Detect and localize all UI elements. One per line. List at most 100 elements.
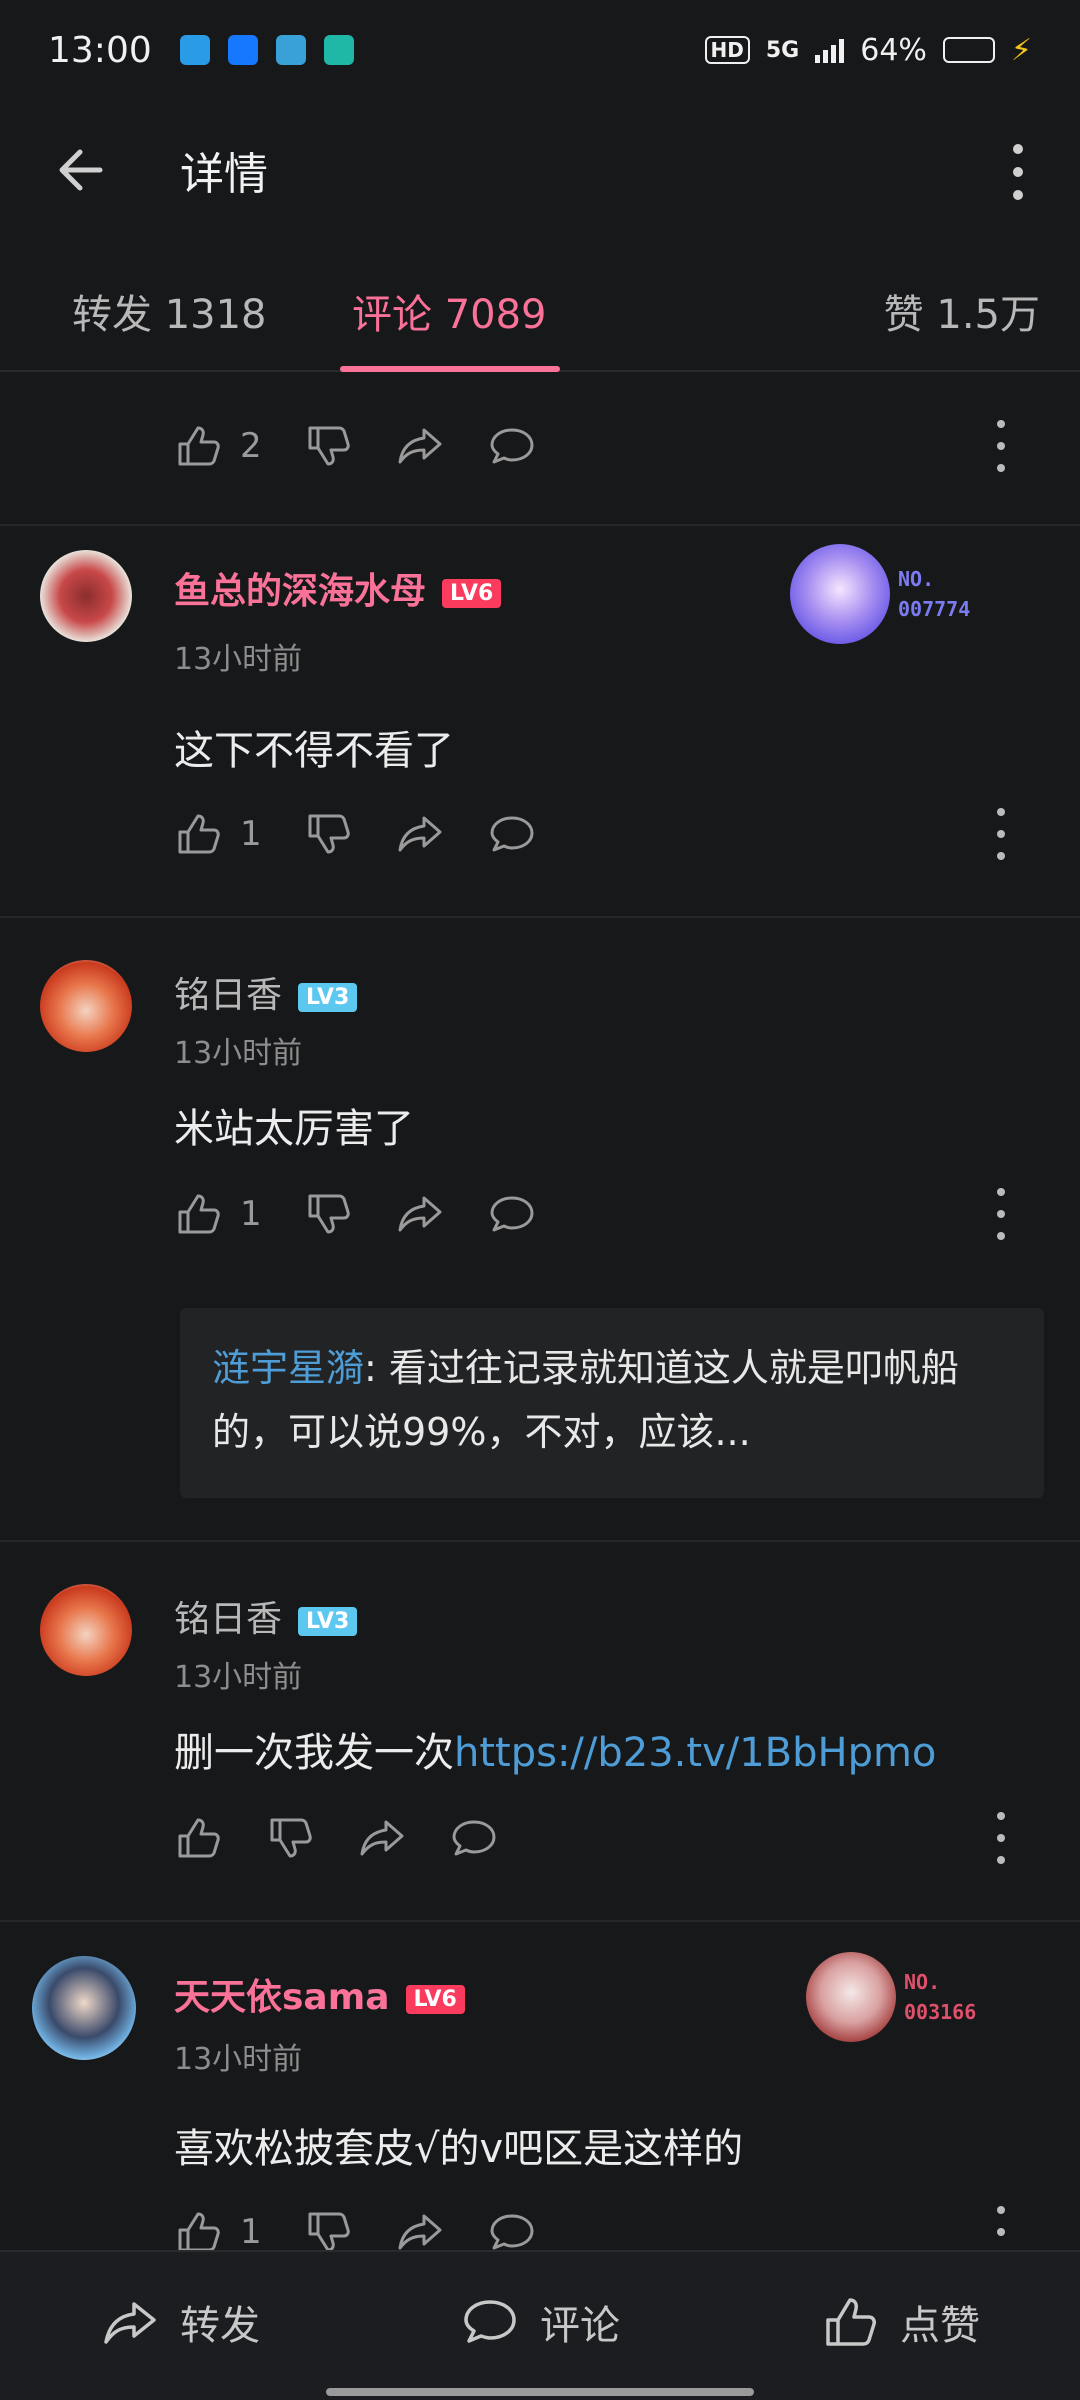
username[interactable]: 天天依sama LV6 bbox=[174, 1968, 465, 2020]
fan-badge-number: 003166 bbox=[904, 2000, 977, 2024]
level-badge: LV3 bbox=[298, 982, 358, 1012]
level-badge: LV6 bbox=[405, 1984, 465, 2014]
avatar[interactable] bbox=[40, 1584, 132, 1676]
alipay-icon bbox=[227, 35, 258, 65]
comment-bubble-icon bbox=[490, 816, 534, 852]
status-bar: 13:00 HD 5G 64% ⚡ bbox=[0, 0, 1080, 100]
like-button[interactable]: 2 bbox=[172, 420, 262, 472]
comment-text: 删一次我发一次https://b23.tv/1BbHpmo bbox=[174, 1730, 937, 1776]
reply-button[interactable] bbox=[448, 1812, 500, 1864]
comment-bubble-icon bbox=[490, 1196, 534, 1232]
fan-badge: NO. 003166 bbox=[806, 1952, 976, 2042]
thumbs-up-icon bbox=[178, 814, 220, 854]
more-options-icon[interactable] bbox=[1006, 144, 1030, 200]
battery-percent: 64% bbox=[860, 32, 927, 68]
comment-bubble-icon bbox=[490, 428, 534, 464]
share-icon bbox=[398, 816, 442, 852]
share-button[interactable] bbox=[394, 2206, 446, 2250]
thumbs-up-icon bbox=[826, 2298, 876, 2346]
comment-more-icon[interactable] bbox=[994, 2206, 1008, 2250]
level-badge: LV3 bbox=[298, 1606, 358, 1636]
comment-action-row: 1 bbox=[172, 804, 1052, 864]
username[interactable]: 鱼总的深海水母 LV6 bbox=[174, 562, 502, 614]
comment-text: 米站太厉害了 bbox=[174, 1106, 414, 1152]
battery-icon bbox=[942, 37, 995, 63]
comment-time: 13小时前 bbox=[174, 642, 303, 677]
thumbs-down-icon bbox=[308, 2212, 350, 2250]
thumbs-up-icon bbox=[178, 426, 220, 466]
dislike-button[interactable] bbox=[302, 420, 354, 472]
comment-action-row: 2 bbox=[172, 416, 1052, 476]
like-button[interactable]: 1 bbox=[172, 2206, 262, 2250]
thumbs-up-icon bbox=[178, 1818, 220, 1858]
avatar[interactable] bbox=[40, 550, 132, 642]
comment-more-icon[interactable] bbox=[994, 1188, 1008, 1240]
comment-time: 13小时前 bbox=[174, 1660, 303, 1695]
notification-icons bbox=[179, 35, 354, 65]
username[interactable]: 铭日香 LV3 bbox=[174, 1590, 358, 1642]
comment-more-icon[interactable] bbox=[994, 808, 1008, 860]
comment-action-row bbox=[172, 1808, 1052, 1868]
reply-button[interactable] bbox=[486, 1188, 538, 1240]
reply-button[interactable] bbox=[486, 808, 538, 860]
comment-text: 这下不得不看了 bbox=[174, 728, 454, 774]
share-icon bbox=[398, 2214, 442, 2250]
like-button[interactable]: 1 bbox=[172, 808, 262, 860]
tab-comments[interactable]: 评论 7089 bbox=[352, 282, 547, 340]
divider bbox=[0, 916, 1080, 918]
dislike-button[interactable] bbox=[302, 1188, 354, 1240]
dislike-button[interactable] bbox=[302, 808, 354, 860]
fan-badge: NO. 007774 bbox=[790, 544, 970, 644]
thumbs-down-icon bbox=[308, 426, 350, 466]
reply-preview[interactable]: 涟宇星漪: 看过往记录就知道这人就是叩帆船的，可以说99%，不对，应该... bbox=[180, 1308, 1044, 1498]
share-icon bbox=[360, 1820, 404, 1856]
comment-list[interactable]: 2 鱼总的深海水母LV6 NO.007774 13小时前 这下不得不看了 1 bbox=[0, 372, 1080, 2250]
back-arrow-icon[interactable] bbox=[52, 140, 112, 200]
top-app-bar: 详情 bbox=[0, 110, 1080, 230]
level-badge: LV6 bbox=[442, 578, 502, 608]
status-time: 13:00 bbox=[48, 29, 152, 71]
share-button[interactable] bbox=[356, 1812, 408, 1864]
like-button[interactable] bbox=[172, 1812, 224, 1864]
comment-more-icon[interactable] bbox=[994, 420, 1008, 472]
share-button[interactable] bbox=[394, 1188, 446, 1240]
share-icon bbox=[398, 1196, 442, 1232]
home-indicator[interactable] bbox=[326, 2388, 754, 2396]
divider bbox=[0, 1540, 1080, 1542]
telegram-icon bbox=[179, 35, 210, 65]
share-button[interactable] bbox=[394, 808, 446, 860]
like-button[interactable]: 1 bbox=[172, 1188, 262, 1240]
dislike-button[interactable] bbox=[264, 1812, 316, 1864]
gallery-icon bbox=[275, 35, 306, 65]
username[interactable]: 铭日香 LV3 bbox=[174, 966, 358, 1018]
comment-button[interactable]: 评论 bbox=[460, 2292, 620, 2352]
reply-username[interactable]: 涟宇星漪 bbox=[212, 1346, 364, 1390]
comment-link[interactable]: https://b23.tv/1BbHpmo bbox=[454, 1730, 936, 1776]
avatar[interactable] bbox=[40, 960, 132, 1052]
thumbs-up-icon bbox=[178, 2212, 220, 2250]
thumbs-down-icon bbox=[270, 1818, 312, 1858]
signal-icon bbox=[815, 37, 845, 63]
tab-reposts[interactable]: 转发 1318 bbox=[72, 282, 267, 340]
comment-bubble-icon bbox=[452, 1820, 496, 1856]
share-button[interactable] bbox=[394, 420, 446, 472]
avatar[interactable] bbox=[32, 1956, 136, 2060]
comment-action-row: 1 bbox=[172, 1184, 1052, 1244]
comment-more-icon[interactable] bbox=[994, 1812, 1008, 1864]
like-count: 2 bbox=[240, 426, 262, 466]
fan-badge-image bbox=[790, 544, 890, 644]
dislike-button[interactable] bbox=[302, 2206, 354, 2250]
thumbs-up-icon bbox=[178, 1194, 220, 1234]
fan-badge-number: 007774 bbox=[898, 597, 971, 621]
share-icon bbox=[104, 2302, 156, 2344]
tab-likes[interactable]: 赞 1.5万 bbox=[884, 282, 1040, 340]
hd-voice-icon: HD bbox=[704, 36, 750, 64]
thumbs-down-icon bbox=[308, 814, 350, 854]
share-icon bbox=[398, 428, 442, 464]
reply-button[interactable] bbox=[486, 2206, 538, 2250]
like-count: 1 bbox=[240, 1194, 262, 1234]
reply-button[interactable] bbox=[486, 420, 538, 472]
page-title: 详情 bbox=[180, 149, 268, 200]
repost-button[interactable]: 转发 bbox=[100, 2292, 260, 2352]
like-post-button[interactable]: 点赞 bbox=[820, 2292, 980, 2352]
